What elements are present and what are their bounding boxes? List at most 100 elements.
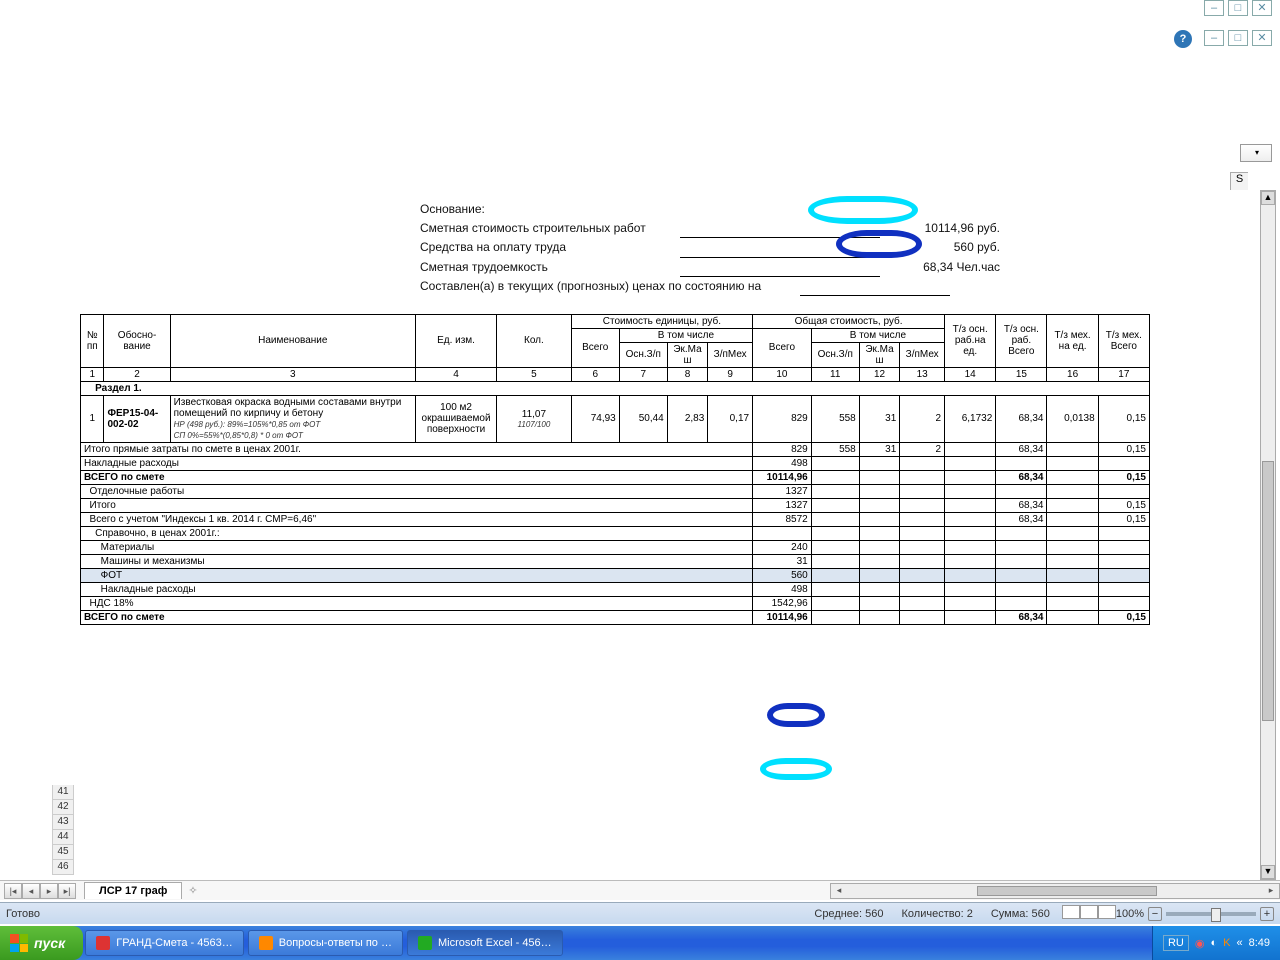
- view-break-icon[interactable]: [1098, 905, 1116, 919]
- ribbon-dropdown-fragment[interactable]: [1240, 144, 1272, 162]
- minimize-button[interactable]: –: [1204, 0, 1224, 16]
- scroll-thumb[interactable]: [1262, 461, 1274, 721]
- help-icon[interactable]: ?: [1174, 30, 1192, 48]
- close-button[interactable]: ✕: [1252, 0, 1272, 16]
- horizontal-scrollbar[interactable]: ◂ ▸: [830, 883, 1280, 899]
- col-num: 14: [945, 367, 996, 381]
- zoom-slider[interactable]: [1166, 912, 1256, 916]
- taskbar-app-3[interactable]: Microsoft Excel - 456…: [407, 930, 563, 956]
- taskbar-app-2[interactable]: Вопросы-ответы по …: [248, 930, 403, 956]
- col-num: 7: [619, 367, 667, 381]
- annotation-cyan-1: [808, 196, 918, 224]
- status-sum: Сумма: 560: [991, 908, 1050, 920]
- sheet-tab-bar: |◂ ◂ ▸ ▸| ЛСР 17 граф ✧ ◂ ▸: [0, 880, 1280, 900]
- col-num: 9: [708, 367, 753, 381]
- col-num: 8: [667, 367, 708, 381]
- col-num: 15: [996, 367, 1047, 381]
- hscroll-right-icon[interactable]: ▸: [1263, 885, 1279, 896]
- sheet-nav-prev-icon[interactable]: ◂: [22, 883, 40, 899]
- hscroll-thumb[interactable]: [977, 886, 1157, 896]
- col-num: 6: [571, 367, 619, 381]
- start-label: пуск: [34, 935, 65, 951]
- th-unitcost: Стоимость единицы, руб.: [571, 314, 752, 328]
- app1-label: ГРАНД-Смета - 4563…: [116, 937, 233, 949]
- th-17: Т/з мех. Всего: [1098, 314, 1149, 367]
- row-header[interactable]: 46: [52, 860, 74, 875]
- row-headers: 414243444546: [52, 785, 74, 875]
- th-12: Эк.Ма ш: [859, 342, 900, 367]
- doc-minimize-button[interactable]: –: [1204, 30, 1224, 46]
- col-num: 13: [900, 367, 945, 381]
- tray-expand-icon[interactable]: «: [1236, 937, 1242, 949]
- col-num: 2: [104, 367, 170, 381]
- tray-icon-1[interactable]: ◉: [1195, 937, 1205, 950]
- estimate-table: № пп Обосно- вание Наименование Ед. изм.…: [80, 314, 1150, 625]
- sheet-nav-first-icon[interactable]: |◂: [4, 883, 22, 899]
- maximize-button[interactable]: □: [1228, 0, 1248, 16]
- view-normal-icon[interactable]: [1062, 905, 1080, 919]
- col-num: 12: [859, 367, 900, 381]
- th-in2: В том числе: [811, 328, 944, 342]
- clock[interactable]: 8:49: [1249, 937, 1270, 949]
- window-controls-top: – □ ✕: [1204, 0, 1272, 16]
- sheet-nav-next-icon[interactable]: ▸: [40, 883, 58, 899]
- row-header[interactable]: 43: [52, 815, 74, 830]
- col-num: 5: [497, 367, 572, 381]
- column-header-s[interactable]: S: [1230, 172, 1248, 190]
- th-8: Эк.Ма ш: [667, 342, 708, 367]
- doc-maximize-button[interactable]: □: [1228, 30, 1248, 46]
- window-controls-doc: – □ ✕: [1204, 30, 1272, 46]
- th-6: Всего: [571, 328, 619, 367]
- table-header: № пп Обосно- вание Наименование Ед. изм.…: [81, 314, 1150, 381]
- zoom-out-button[interactable]: −: [1148, 907, 1162, 921]
- zoom-in-button[interactable]: +: [1260, 907, 1274, 921]
- th-11: Осн.З/п: [811, 342, 859, 367]
- app2-icon: [259, 936, 273, 950]
- annotation-cyan-2: [760, 758, 832, 780]
- status-ready: Готово: [6, 908, 40, 920]
- doc-close-button[interactable]: ✕: [1252, 30, 1272, 46]
- col-num: 16: [1047, 367, 1098, 381]
- status-count: Количество: 2: [902, 908, 973, 920]
- column-number-row: 1234567891011121314151617: [81, 367, 1150, 381]
- row-header[interactable]: 45: [52, 845, 74, 860]
- compiled-label: Составлен(а) в текущих (прогнозных) цена…: [420, 277, 800, 296]
- view-buttons: [1062, 905, 1116, 922]
- taskbar-app-1[interactable]: ГРАНД-Смета - 4563…: [85, 930, 244, 956]
- row-header[interactable]: 42: [52, 800, 74, 815]
- scroll-up-icon[interactable]: ▲: [1261, 191, 1275, 205]
- estimate-header: Основание: Сметная стоимость строительны…: [420, 200, 1150, 296]
- th-10: Всего: [753, 328, 812, 367]
- new-sheet-icon[interactable]: ✧: [188, 884, 197, 897]
- row-header[interactable]: 44: [52, 830, 74, 845]
- hscroll-left-icon[interactable]: ◂: [831, 885, 847, 896]
- taskbar: пуск ГРАНД-Смета - 4563… Вопросы-ответы …: [0, 926, 1280, 960]
- th-7: Осн.З/п: [619, 342, 667, 367]
- scroll-down-icon[interactable]: ▼: [1261, 865, 1275, 879]
- status-bar: Готово Среднее: 560 Количество: 2 Сумма:…: [0, 902, 1280, 924]
- wages-label: Средства на оплату труда: [420, 238, 680, 257]
- language-indicator[interactable]: RU: [1163, 935, 1189, 951]
- tray-icon-3[interactable]: K: [1223, 937, 1230, 949]
- th-code: Обосно- вание: [104, 314, 170, 367]
- sheet-tab[interactable]: ЛСР 17 граф: [84, 882, 182, 899]
- row-header[interactable]: 41: [52, 785, 74, 800]
- app1-icon: [96, 936, 110, 950]
- tray-icon-2[interactable]: ◐: [1210, 937, 1217, 949]
- col-num: 11: [811, 367, 859, 381]
- th-qty: Кол.: [497, 314, 572, 367]
- th-15: Т/з осн. раб. Всего: [996, 314, 1047, 367]
- app3-label: Microsoft Excel - 456…: [438, 937, 552, 949]
- view-layout-icon[interactable]: [1080, 905, 1098, 919]
- zoom-level: 100%: [1116, 908, 1144, 920]
- start-button[interactable]: пуск: [0, 926, 83, 960]
- sheet-nav-last-icon[interactable]: ▸|: [58, 883, 76, 899]
- system-tray: RU ◉ ◐ K « 8:49: [1152, 926, 1280, 960]
- table-body: Раздел 1.1ФЕР15-04-002-02Известковая окр…: [81, 381, 1150, 624]
- vertical-scrollbar[interactable]: ▲ ▼: [1260, 190, 1276, 880]
- th-num: № пп: [81, 314, 104, 367]
- excel-icon: [418, 936, 432, 950]
- th-unit: Ед. изм.: [415, 314, 496, 367]
- worksheet-print-area: Основание: Сметная стоимость строительны…: [80, 190, 1150, 625]
- th-name: Наименование: [170, 314, 415, 367]
